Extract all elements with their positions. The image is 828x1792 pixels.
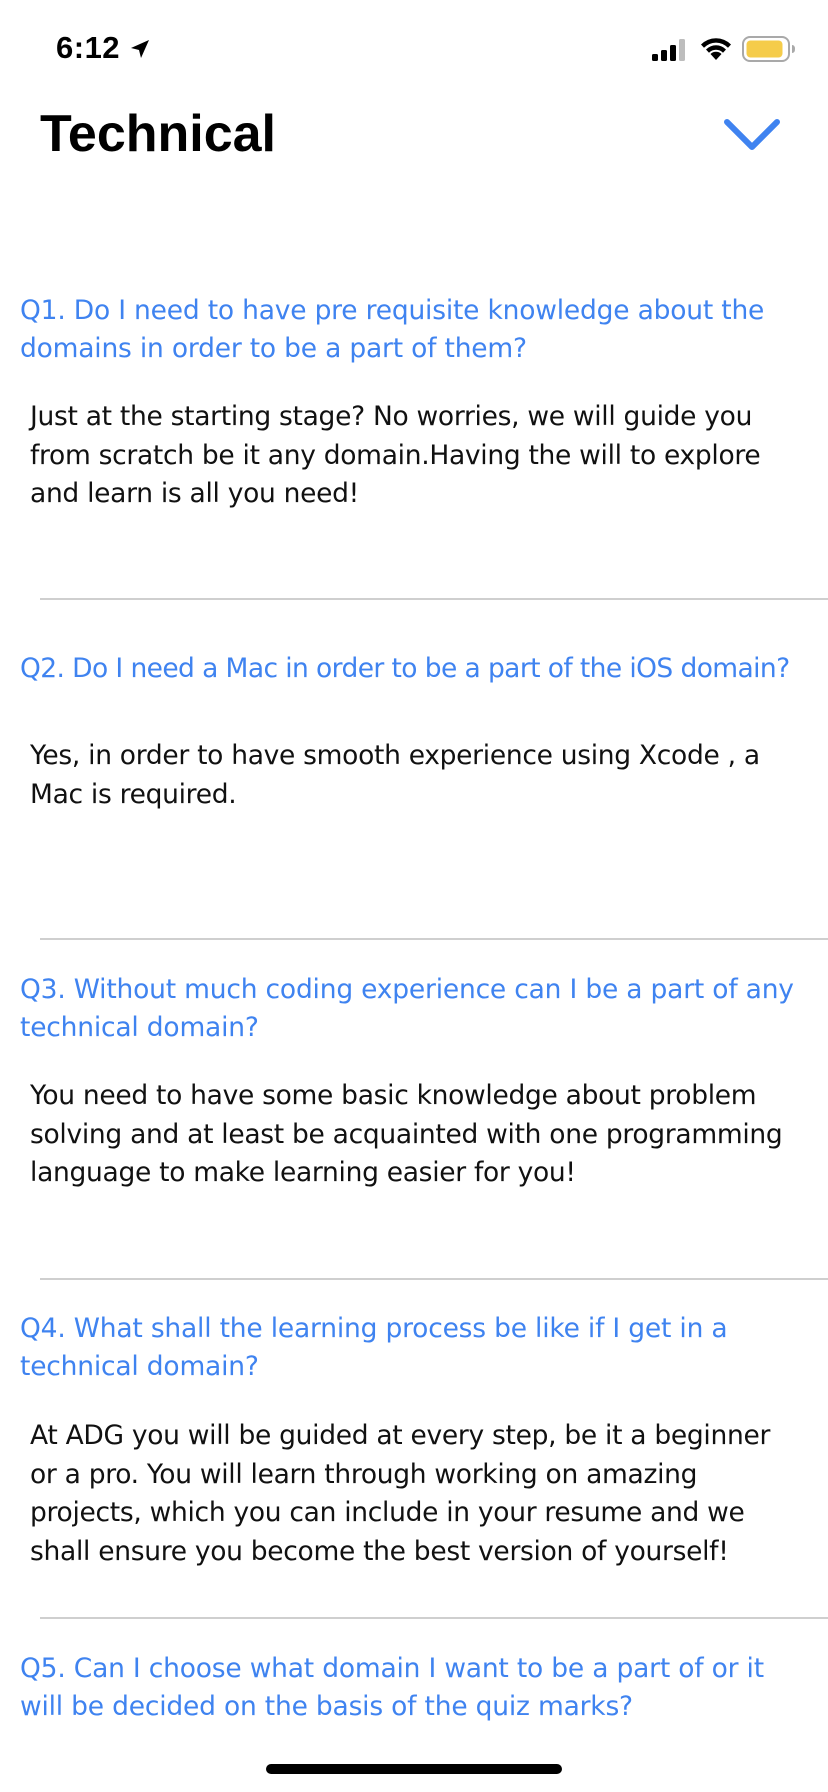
chevron-down-icon bbox=[724, 119, 780, 150]
location-arrow-icon bbox=[131, 40, 149, 58]
faq-question[interactable]: Q2. Do I need a Mac in order to be a par… bbox=[20, 650, 828, 688]
cellular-signal-icon bbox=[652, 39, 685, 61]
wifi-icon bbox=[701, 38, 731, 60]
faq-question[interactable]: Q5. Can I choose what domain I want to b… bbox=[20, 1650, 810, 1726]
home-indicator[interactable] bbox=[266, 1764, 562, 1774]
faq-answer: Just at the starting stage? No worries, … bbox=[30, 401, 761, 509]
divider bbox=[40, 938, 828, 940]
faq-question[interactable]: Q4. What shall the learning process be l… bbox=[20, 1310, 810, 1386]
collapse-button[interactable] bbox=[716, 106, 788, 162]
faq-answer: You need to have some basic knowledge ab… bbox=[30, 1080, 783, 1188]
battery-icon bbox=[742, 36, 795, 62]
faq-answer: Yes, in order to have smooth experience … bbox=[30, 740, 760, 810]
page-title: Technical bbox=[40, 105, 277, 163]
divider bbox=[40, 1278, 828, 1280]
divider bbox=[40, 1617, 828, 1619]
faq-question[interactable]: Q3. Without much coding experience can I… bbox=[20, 971, 810, 1047]
faq-answer: At ADG you will be guided at every step,… bbox=[30, 1420, 771, 1567]
faq-question[interactable]: Q1. Do I need to have pre requisite know… bbox=[20, 292, 810, 368]
divider bbox=[40, 598, 828, 600]
status-bar: 6:12 bbox=[0, 0, 828, 100]
status-time: 6:12 bbox=[56, 30, 121, 65]
